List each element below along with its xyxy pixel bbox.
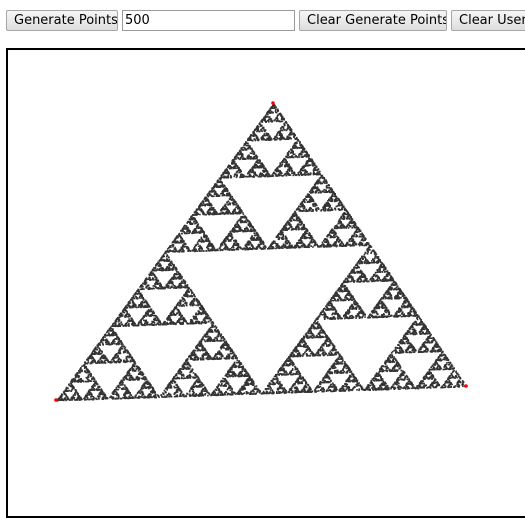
- generated-point: [295, 246, 298, 249]
- generated-point: [456, 383, 458, 386]
- generated-point: [255, 385, 258, 387]
- generated-point: [426, 386, 428, 389]
- generated-point: [327, 187, 329, 189]
- generated-point: [106, 331, 108, 334]
- generated-point: [318, 390, 320, 392]
- generated-point: [312, 246, 314, 248]
- generated-points-layer: [56, 104, 467, 402]
- generated-point: [285, 129, 288, 132]
- generate-points-button[interactable]: Generate Points: [6, 10, 118, 31]
- generated-point: [396, 310, 398, 313]
- generated-point: [182, 300, 185, 303]
- generated-point: [200, 241, 203, 243]
- generated-point: [321, 390, 323, 393]
- generated-point: [364, 316, 366, 318]
- generated-point: [81, 365, 83, 367]
- point-count-input[interactable]: [122, 10, 295, 31]
- generated-point: [337, 290, 340, 292]
- generated-point: [192, 372, 195, 374]
- generated-point: [347, 227, 350, 229]
- generated-point: [249, 152, 252, 154]
- generated-point: [321, 241, 324, 244]
- generated-point: [197, 245, 200, 248]
- generated-point: [298, 156, 301, 158]
- generated-point: [196, 241, 199, 244]
- generated-point: [398, 349, 401, 352]
- generated-point: [389, 353, 392, 356]
- clear-generated-points-button[interactable]: Clear Generate Points: [299, 10, 447, 31]
- generated-point: [195, 304, 197, 307]
- sierpinski-plot: [54, 101, 468, 402]
- generated-point: [189, 389, 191, 392]
- generated-point: [113, 342, 115, 345]
- drawing-canvas[interactable]: [6, 48, 525, 518]
- generated-point: [371, 260, 373, 262]
- generated-point: [169, 394, 172, 396]
- generated-point: [168, 259, 171, 261]
- generated-point: [328, 187, 331, 189]
- toolbar: Generate Points Clear Generate Points Cl…: [0, 0, 525, 40]
- generated-point: [277, 392, 279, 394]
- generated-point: [346, 367, 348, 370]
- generated-point: [282, 247, 284, 249]
- clear-user-points-button[interactable]: Clear User: [451, 10, 525, 31]
- generated-point: [124, 384, 126, 386]
